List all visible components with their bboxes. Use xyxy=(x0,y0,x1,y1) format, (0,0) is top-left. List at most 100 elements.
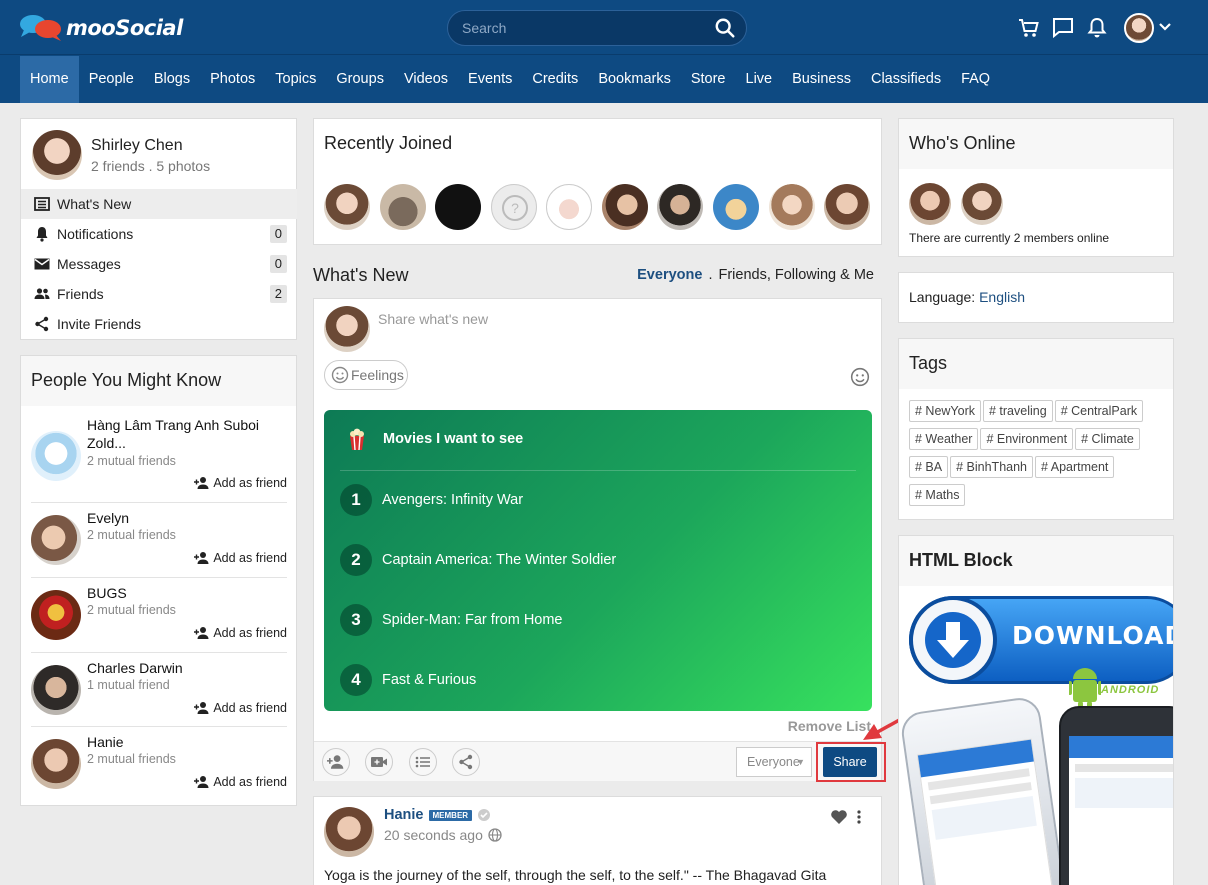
filter-everyone[interactable]: Everyone xyxy=(637,267,702,283)
menu-invite-friends[interactable]: Invite Friends xyxy=(21,309,297,339)
list-item: Hanie 2 mutual friends Add as friend xyxy=(31,727,287,801)
person-name[interactable]: Evelyn xyxy=(87,509,277,527)
tag-link[interactable]: # Environment xyxy=(980,428,1074,450)
add-friend-label: Add as friend xyxy=(213,701,287,715)
nav-photos[interactable]: Photos xyxy=(200,56,265,103)
language-label: Language: xyxy=(909,289,976,305)
video-icon xyxy=(371,757,387,767)
member-avatar[interactable]: ? xyxy=(491,184,537,230)
menu-whats-new[interactable]: What's New xyxy=(21,189,297,219)
remove-list-link[interactable]: Remove List xyxy=(788,718,871,734)
add-list-button[interactable] xyxy=(409,748,437,776)
tag-link[interactable]: # Maths xyxy=(909,484,966,506)
feelings-button[interactable]: Feelings xyxy=(324,360,408,390)
filter-friends-following[interactable]: Friends, Following & Me xyxy=(718,267,874,283)
nav-blogs[interactable]: Blogs xyxy=(144,56,200,103)
person-avatar[interactable] xyxy=(31,665,81,715)
tag-link[interactable]: # Weather xyxy=(909,428,979,450)
online-avatar[interactable] xyxy=(909,183,951,225)
person-name[interactable]: Charles Darwin xyxy=(87,659,277,677)
member-avatar[interactable] xyxy=(380,184,426,230)
more-options-icon[interactable] xyxy=(855,809,863,825)
person-name[interactable]: Hàng Lâm Trang Anh Suboi Zold... xyxy=(87,416,277,452)
cart-icon[interactable] xyxy=(1017,16,1041,40)
post-author-name[interactable]: Hanie xyxy=(384,807,424,823)
online-avatar[interactable] xyxy=(961,183,1003,225)
profile-avatar[interactable] xyxy=(32,130,82,180)
user-avatar[interactable] xyxy=(1124,13,1154,43)
add-friend-button[interactable]: Add as friend xyxy=(194,476,287,490)
composer-input[interactable]: Share what's new xyxy=(378,311,858,327)
nav-business[interactable]: Business xyxy=(782,56,861,103)
globe-icon[interactable] xyxy=(488,828,502,842)
tag-link[interactable]: # traveling xyxy=(983,400,1053,422)
member-avatar[interactable] xyxy=(769,184,815,230)
list-number: 1 xyxy=(340,484,372,516)
nav-topics[interactable]: Topics xyxy=(265,56,326,103)
member-avatar[interactable] xyxy=(435,184,481,230)
post-time[interactable]: 20 seconds ago xyxy=(384,827,483,843)
share-link-button[interactable] xyxy=(452,748,480,776)
tag-link[interactable]: # NewYork xyxy=(909,400,981,422)
add-friend-button[interactable]: Add as friend xyxy=(194,626,287,640)
share-button[interactable]: Share xyxy=(823,747,877,777)
chevron-down-icon[interactable] xyxy=(1158,20,1172,34)
phone-placeholder-block xyxy=(1075,778,1173,808)
tag-link[interactable]: # CentralPark xyxy=(1054,400,1144,422)
chat-icon[interactable] xyxy=(1051,16,1075,40)
member-avatar[interactable] xyxy=(713,184,759,230)
member-avatar[interactable] xyxy=(324,184,370,230)
member-avatar[interactable] xyxy=(546,184,592,230)
nav-videos[interactable]: Videos xyxy=(394,56,458,103)
menu-messages[interactable]: Messages 0 xyxy=(21,249,297,279)
menu-notifications[interactable]: Notifications 0 xyxy=(21,219,297,249)
add-friend-button[interactable]: Add as friend xyxy=(194,551,287,565)
nav-credits[interactable]: Credits xyxy=(522,56,588,103)
add-friend-button[interactable]: Add as friend xyxy=(194,701,287,715)
tag-link[interactable]: # Apartment xyxy=(1035,456,1115,478)
menu-label: Friends xyxy=(57,286,104,302)
nav-people[interactable]: People xyxy=(79,56,144,103)
language-link[interactable]: English xyxy=(979,289,1025,305)
member-avatar[interactable] xyxy=(824,184,870,230)
nav-faq[interactable]: FAQ xyxy=(951,56,1000,103)
tag-friends-button[interactable] xyxy=(322,748,350,776)
person-avatar[interactable] xyxy=(31,431,81,481)
post-author-avatar[interactable] xyxy=(324,807,374,857)
member-avatar[interactable] xyxy=(602,184,648,230)
main-nav: Home People Blogs Photos Topics Groups V… xyxy=(20,56,1000,103)
newspaper-icon xyxy=(34,197,50,211)
person-avatar[interactable] xyxy=(31,590,81,640)
android-text: ANDROID xyxy=(1101,684,1160,696)
tag-link[interactable]: # Climate xyxy=(1075,428,1140,450)
tag-link[interactable]: # BA xyxy=(909,456,949,478)
person-name[interactable]: BUGS xyxy=(87,584,277,602)
tag-link[interactable]: # BinhThanh xyxy=(950,456,1033,478)
add-friend-button[interactable]: Add as friend xyxy=(194,775,287,789)
nav-classifieds[interactable]: Classifieds xyxy=(861,56,951,103)
search-icon[interactable] xyxy=(714,17,736,39)
search-input[interactable] xyxy=(462,11,702,45)
nav-home[interactable]: Home xyxy=(20,56,79,103)
privacy-select[interactable]: Everyone ▼ xyxy=(736,747,812,777)
heart-icon[interactable] xyxy=(830,809,848,825)
download-banner[interactable]: DOWNLOAD xyxy=(909,596,1173,684)
person-avatar[interactable] xyxy=(31,739,81,789)
nav-store[interactable]: Store xyxy=(681,56,736,103)
logo[interactable]: mooSocial xyxy=(18,13,183,43)
person-avatar[interactable] xyxy=(31,515,81,565)
emoji-icon[interactable] xyxy=(850,367,870,387)
nav-events[interactable]: Events xyxy=(458,56,522,103)
nav-groups[interactable]: Groups xyxy=(326,56,394,103)
add-video-button[interactable] xyxy=(365,748,393,776)
popcorn-icon xyxy=(350,428,364,451)
nav-live[interactable]: Live xyxy=(736,56,783,103)
member-avatar[interactable] xyxy=(657,184,703,230)
menu-friends[interactable]: Friends 2 xyxy=(21,279,297,309)
bell-icon[interactable] xyxy=(1085,16,1109,40)
person-name[interactable]: Hanie xyxy=(87,733,277,751)
add-friend-label: Add as friend xyxy=(213,476,287,490)
profile-name[interactable]: Shirley Chen xyxy=(91,137,183,155)
list-item: Hàng Lâm Trang Anh Suboi Zold... 2 mutua… xyxy=(31,411,287,503)
nav-bookmarks[interactable]: Bookmarks xyxy=(588,56,681,103)
